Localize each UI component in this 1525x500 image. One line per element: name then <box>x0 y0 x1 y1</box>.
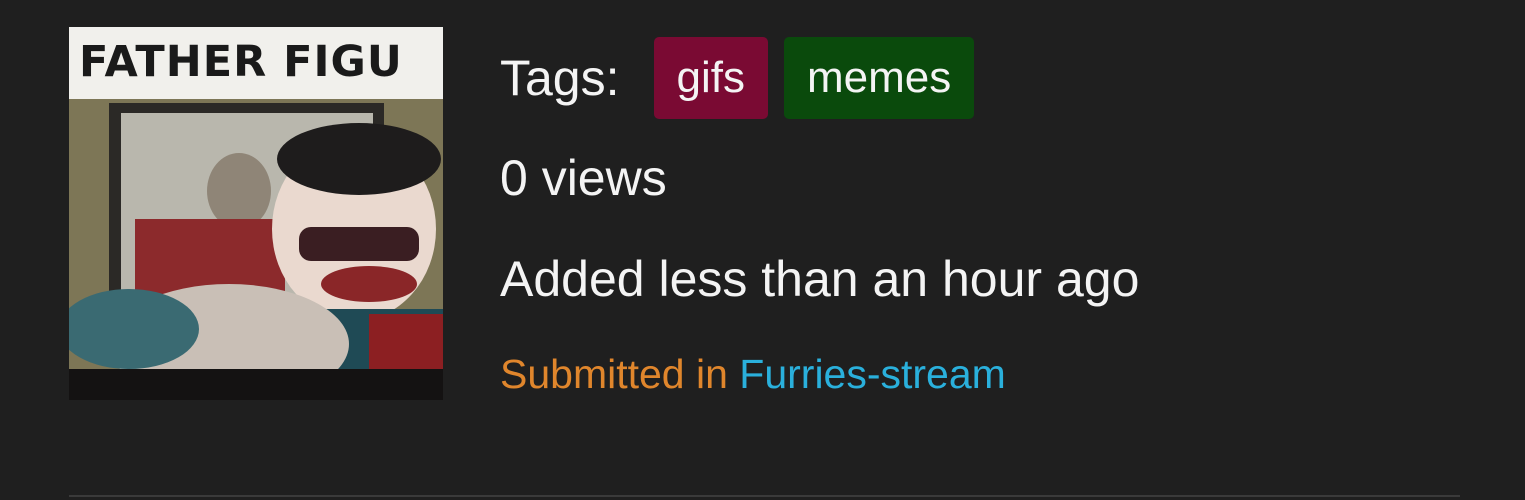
tags-row: Tags: gifs memes <box>500 37 990 119</box>
thumbnail-caption: FATHER FIGU <box>79 37 403 87</box>
view-count: 0 views <box>500 150 667 206</box>
tag-memes[interactable]: memes <box>784 37 975 119</box>
post-meta: Tags: gifs memes 0 views Added less than… <box>500 0 1500 420</box>
tag-label: memes <box>807 53 952 102</box>
submitted-prefix: Submitted in <box>500 351 740 397</box>
tag-label: gifs <box>676 53 745 102</box>
tags-label: Tags: <box>500 50 620 106</box>
submitted-line: Submitted in Furries-stream <box>500 354 1006 395</box>
divider <box>69 495 1460 497</box>
tag-gifs[interactable]: gifs <box>653 37 768 119</box>
post-thumbnail[interactable]: FATHER FIGU <box>69 27 443 400</box>
added-time: Added less than an hour ago <box>500 251 1140 307</box>
post-card: FATHER FIGU Tags: gifs memes 0 views Add… <box>0 0 1525 500</box>
thumbnail-caption-bar: FATHER FIGU <box>69 27 443 99</box>
thumbnail-image <box>69 99 443 400</box>
stream-link[interactable]: Furries-stream <box>739 351 1006 397</box>
